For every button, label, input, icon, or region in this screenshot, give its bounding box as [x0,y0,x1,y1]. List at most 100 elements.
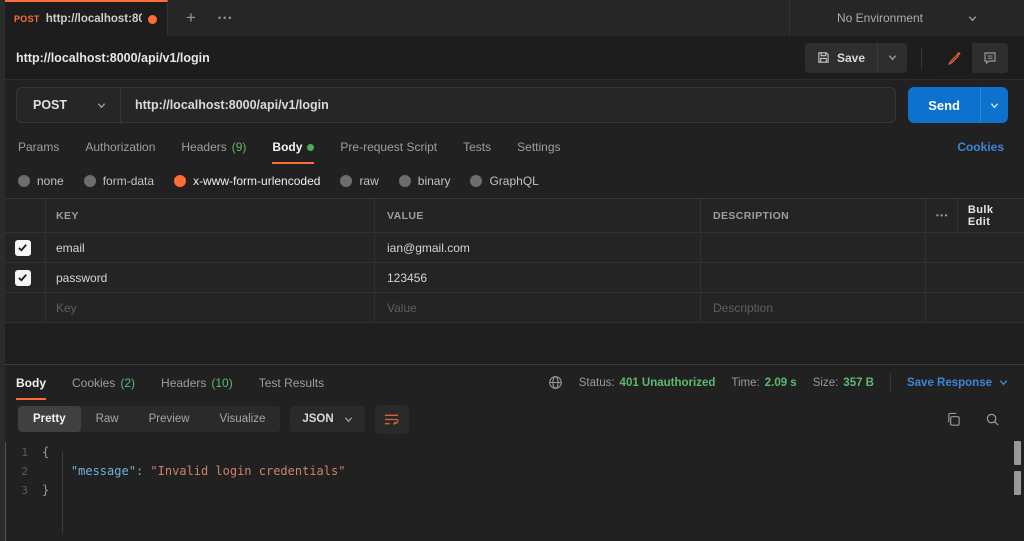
request-title: http://localhost:8000/api/v1/login [16,51,210,65]
tab-params[interactable]: Params [18,130,59,164]
row-checkbox-checked[interactable] [15,240,31,256]
size-indicator: Size: 357 B [813,377,874,389]
bulk-edit-button[interactable]: Bulk Edit [957,199,1024,232]
code-lines: 1 { 2 "message": "Invalid login credenti… [0,438,1024,500]
request-title-bar: http://localhost:8000/api/v1/login Save [0,36,1024,80]
key-cell[interactable]: password [45,263,374,292]
header-value: VALUE [374,199,700,232]
fold-indent-guide [62,452,63,533]
language-label: JSON [302,413,333,425]
copy-icon[interactable] [946,412,961,427]
radio-icon [340,175,352,187]
save-button-label: Save [837,51,865,65]
url-group: POST [16,87,896,123]
request-tab-bar: POST http://localhost:8000/ + ••• No Env… [0,0,1024,36]
scrollbar-thumb[interactable] [1014,441,1021,465]
wrap-text-button[interactable] [375,405,409,434]
radio-form-data[interactable]: form-data [84,174,154,188]
tab-menu-icon[interactable]: ••• [218,13,233,23]
window-left-edge [0,0,5,541]
chevron-down-icon [968,14,977,23]
mode-preview[interactable]: Preview [134,406,205,432]
code-text: { [42,443,49,462]
request-url-input[interactable] [121,88,895,122]
code-line: 3 } [0,481,1024,500]
meta-divider [890,374,891,392]
radio-binary[interactable]: binary [399,174,451,188]
new-tab-icon[interactable]: + [186,8,196,28]
value-cell[interactable]: 123456 [374,263,700,292]
send-button[interactable]: Send [908,87,980,123]
value-cell[interactable]: ian@gmail.com [374,233,700,262]
tab-actions: + ••• [168,0,251,36]
cookies-link[interactable]: Cookies [957,140,1004,154]
header-actions: ••• Bulk Edit [925,199,1024,232]
radio-x-www-form-urlencoded[interactable]: x-www-form-urlencoded [174,174,320,188]
tab-headers[interactable]: Headers(9) [181,130,246,164]
edit-request-button[interactable] [936,43,972,73]
tab-authorization[interactable]: Authorization [85,130,155,164]
tab-tests[interactable]: Tests [463,130,491,164]
mode-visualize[interactable]: Visualize [205,406,281,432]
radio-icon [18,175,30,187]
header-checkbox-cell [0,199,45,232]
network-globe-icon[interactable] [548,375,563,390]
save-button-group: Save [805,43,907,73]
scrollbar-thumb[interactable] [1014,471,1021,495]
method-selector[interactable]: POST [17,88,121,122]
time-indicator: Time: 2.09 s [731,377,796,389]
table-row: password 123456 [0,263,1024,293]
mode-raw[interactable]: Raw [81,406,134,432]
urlencoded-table: KEY VALUE DESCRIPTION ••• Bulk Edit emai… [0,198,1024,323]
save-response-button[interactable]: Save Response [907,377,1008,389]
radio-none[interactable]: none [18,174,64,188]
radio-graphql[interactable]: GraphQL [470,174,538,188]
mode-pretty[interactable]: Pretty [18,406,81,432]
topbar-spacer [251,0,789,36]
tab-pre-request-script[interactable]: Pre-request Script [340,130,437,164]
tab-body[interactable]: Body [272,130,314,164]
new-description-input[interactable] [713,301,913,315]
environment-label: No Environment [837,11,923,25]
radio-icon [84,175,96,187]
json-string-value: "Invalid login credentials" [150,464,345,478]
language-selector[interactable]: JSON [290,406,364,432]
row-checkbox-checked[interactable] [15,270,31,286]
response-tab-test-results[interactable]: Test Results [259,365,324,400]
search-icon[interactable] [985,412,1000,427]
pencil-icon [947,51,961,65]
key-cell[interactable]: email [45,233,374,262]
environment-selector[interactable]: No Environment [789,0,1024,36]
send-button-group: Send [908,87,1008,123]
line-number: 2 [0,462,42,481]
description-cell[interactable] [700,233,925,262]
title-bar-actions: Save [805,43,1008,73]
tab-settings[interactable]: Settings [517,130,560,164]
radio-raw[interactable]: raw [340,174,378,188]
send-button-label: Send [928,98,960,113]
response-body-code[interactable]: 1 { 2 "message": "Invalid login credenti… [0,438,1024,541]
description-cell[interactable] [700,263,925,292]
body-type-options: none form-data x-www-form-urlencoded raw… [0,164,1024,198]
response-meta: Status: 401 Unauthorized Time: 2.09 s Si… [548,374,1008,392]
response-tab-headers[interactable]: Headers(10) [161,365,233,400]
send-options-caret[interactable] [980,87,1008,123]
save-options-caret[interactable] [877,43,907,73]
new-value-input[interactable] [387,301,688,315]
save-button[interactable]: Save [805,43,877,73]
chevron-down-icon [990,101,999,110]
radio-icon [399,175,411,187]
new-key-input[interactable] [56,301,364,315]
header-description: DESCRIPTION [700,199,925,232]
method-label: POST [33,98,67,112]
response-tab-body[interactable]: Body [16,365,46,400]
chevron-down-icon [97,101,106,110]
comments-button[interactable] [972,43,1008,73]
open-request-tab[interactable]: POST http://localhost:8000/ [0,0,168,36]
more-options-icon[interactable]: ••• [926,211,957,220]
code-scrollbar[interactable] [1013,438,1021,541]
code-line: 1 { [0,443,1024,462]
body-modified-dot-icon [307,144,314,151]
view-mode-group: Pretty Raw Preview Visualize [18,406,280,432]
response-tab-cookies[interactable]: Cookies(2) [72,365,135,400]
